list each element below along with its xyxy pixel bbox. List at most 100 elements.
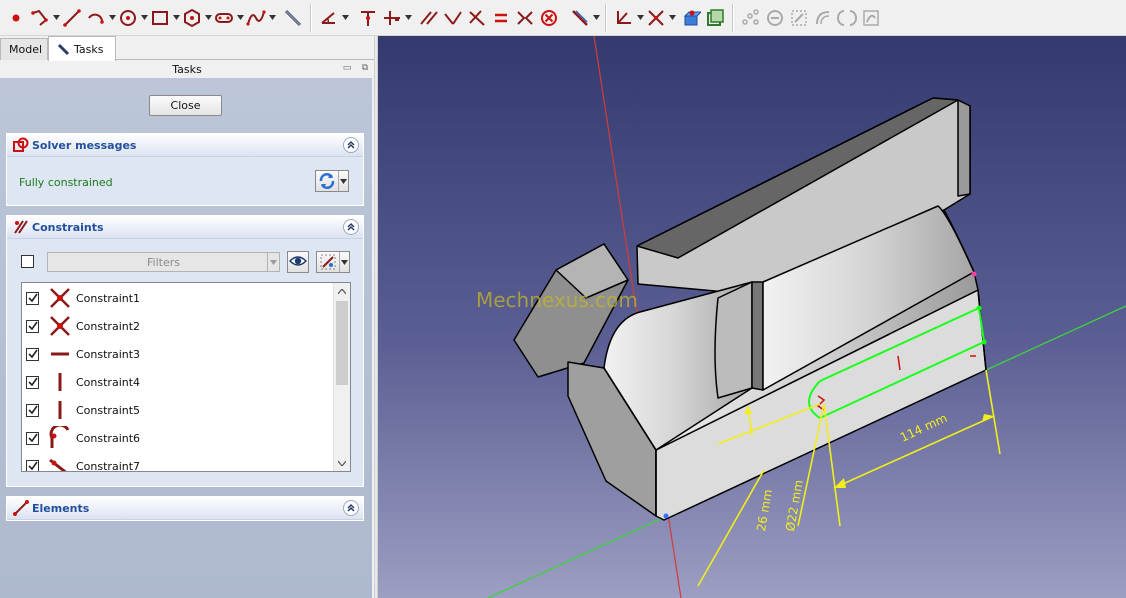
toggle-construction-icon[interactable]: [680, 5, 702, 31]
solver-icon: [13, 137, 29, 153]
settings-button[interactable]: [316, 251, 350, 273]
coincident-icon[interactable]: [357, 5, 379, 31]
constraint-checkbox[interactable]: [26, 291, 39, 305]
constraint-settings-icon: [317, 252, 339, 272]
solver-messages-box: Solver messages Fully constrained: [6, 133, 364, 206]
filter-combobox[interactable]: Filters: [47, 252, 280, 272]
bspline-polygon-icon: [836, 5, 858, 31]
tangent-icon[interactable]: [466, 5, 488, 31]
visibility-button[interactable]: [287, 251, 309, 273]
polygon-dropdown-arrow[interactable]: [204, 5, 212, 31]
external-geometry-icon[interactable]: [282, 5, 304, 31]
constraints-list[interactable]: Constraint1 Constraint2 Constraint3 Cons…: [21, 282, 351, 472]
collapse-elements-icon[interactable]: [343, 500, 359, 516]
task-panel: Close Solver messages Fully constrained …: [0, 78, 372, 598]
tasks-title-label: Tasks: [172, 62, 202, 76]
list-item[interactable]: Constraint2: [22, 312, 334, 340]
circle-dropdown-arrow[interactable]: [140, 5, 148, 31]
tab-tasks[interactable]: Tasks: [48, 36, 116, 61]
dimension-icon[interactable]: [318, 5, 340, 31]
sketcher-toolbar: [0, 0, 1126, 36]
bspline-degree-icon: [740, 5, 762, 31]
trim-dropdown-arrow[interactable]: [636, 5, 644, 31]
list-item[interactable]: Constraint3: [22, 340, 334, 368]
elements-box: Elements: [6, 496, 364, 521]
constraint-label: Constraint6: [76, 431, 141, 445]
solver-messages-header[interactable]: Solver messages: [7, 134, 363, 157]
constraint-checkbox[interactable]: [26, 319, 39, 333]
tab-model[interactable]: Model: [0, 38, 48, 60]
circle-icon[interactable]: [117, 5, 139, 31]
rectangle-icon[interactable]: [149, 5, 171, 31]
list-item[interactable]: Constraint5: [22, 396, 334, 424]
constraint-label: Constraint4: [76, 375, 141, 389]
constraints-header[interactable]: Constraints: [7, 216, 363, 239]
trim-icon[interactable]: [613, 5, 635, 31]
scroll-down-icon[interactable]: [334, 455, 350, 471]
rectangle-dropdown-arrow[interactable]: [172, 5, 180, 31]
collapse-solver-icon[interactable]: [343, 137, 359, 153]
auto-update-button[interactable]: [315, 170, 349, 192]
dimension-dropdown-arrow[interactable]: [341, 5, 349, 31]
float-dock-icon[interactable]: ▭: [341, 62, 353, 74]
line-icon[interactable]: [61, 5, 83, 31]
symmetric-cross-icon: [47, 313, 73, 339]
slot-dropdown-arrow[interactable]: [236, 5, 244, 31]
horizontal-icon: [47, 341, 73, 367]
combo-view-panel: Model Tasks Tasks ▭ ⧉ Close Solver messa…: [0, 36, 374, 598]
geometry-toolbar-group: [4, 0, 305, 35]
polygon-icon[interactable]: [181, 5, 203, 31]
point-on-object-icon[interactable]: [381, 5, 403, 31]
list-item[interactable]: Constraint4: [22, 368, 334, 396]
3d-scene: [378, 36, 1126, 598]
polyline-icon[interactable]: [29, 5, 51, 31]
constraints-box: Constraints Filters Constraint1 Constrai…: [6, 215, 364, 487]
filter-combobox-label: Filters: [147, 255, 180, 269]
constraints-scrollbar[interactable]: [333, 283, 350, 471]
list-item[interactable]: Constraint6: [22, 424, 334, 452]
solver-messages-title: Solver messages: [32, 138, 137, 152]
3d-viewport[interactable]: Mechnexus.com 114 mm 26 mm Ø22 mm: [378, 36, 1126, 598]
extend-icon[interactable]: [645, 5, 667, 31]
scroll-up-icon[interactable]: [334, 283, 350, 299]
equal-icon[interactable]: [490, 5, 512, 31]
perpendicular-icon[interactable]: [442, 5, 464, 31]
disabled-toolbar-group: [739, 0, 883, 35]
extend-dropdown-arrow[interactable]: [668, 5, 676, 31]
tasks-pen-icon: [57, 43, 70, 56]
arc-icon[interactable]: [85, 5, 107, 31]
constraint-checkbox[interactable]: [26, 403, 39, 417]
select-all-checkbox[interactable]: [21, 255, 34, 268]
constraint-checkbox[interactable]: [26, 375, 39, 389]
symmetric-icon[interactable]: [514, 5, 536, 31]
constraint-checkbox[interactable]: [26, 459, 39, 471]
tangent-arc-icon: [47, 425, 73, 451]
list-item[interactable]: Constraint7: [22, 452, 334, 472]
chevron-down-icon: [338, 171, 348, 191]
bspline-comb-icon: [788, 5, 810, 31]
elements-header[interactable]: Elements: [7, 497, 363, 520]
close-dock-icon[interactable]: ⧉: [359, 62, 371, 74]
tools-toolbar-group: [612, 0, 727, 35]
block-icon[interactable]: [538, 5, 560, 31]
constraint-checkbox[interactable]: [26, 347, 39, 361]
scrollbar-thumb[interactable]: [336, 301, 348, 385]
constraint-checkbox[interactable]: [26, 431, 39, 445]
solver-status-text: Fully constrained: [19, 176, 113, 189]
polyline-dropdown-arrow[interactable]: [52, 5, 60, 31]
clone-icon[interactable]: [704, 5, 726, 31]
refresh-icon: [316, 171, 338, 191]
list-item[interactable]: Constraint1: [22, 284, 334, 312]
lock-dropdown-arrow[interactable]: [592, 5, 600, 31]
point-icon[interactable]: [5, 5, 27, 31]
constraint-dropdown-arrow[interactable]: [404, 5, 412, 31]
collapse-constraints-icon[interactable]: [343, 219, 359, 235]
constrain-lock-icon[interactable]: [569, 5, 591, 31]
slot-icon[interactable]: [213, 5, 235, 31]
bspline-icon[interactable]: [245, 5, 267, 31]
constraint-label: Constraint7: [76, 459, 141, 472]
close-button[interactable]: Close: [149, 95, 222, 116]
bspline-dropdown-arrow[interactable]: [268, 5, 276, 31]
parallel-icon[interactable]: [418, 5, 440, 31]
arc-dropdown-arrow[interactable]: [108, 5, 116, 31]
